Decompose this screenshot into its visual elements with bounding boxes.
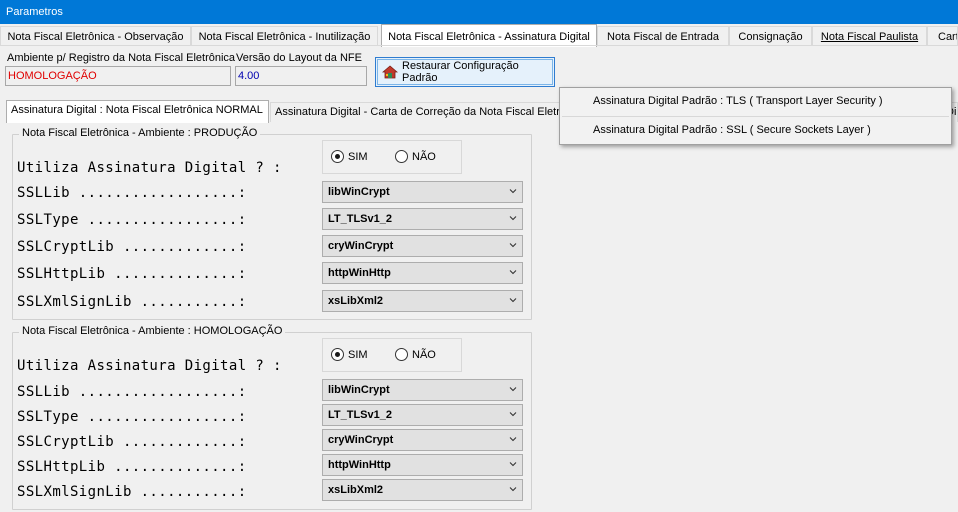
sslcryptlib-select-homologacao[interactable]: cryWinCrypt [322,429,523,451]
tab-label: Consignação [738,31,803,43]
group-homologacao-title: Nota Fiscal Eletrônica - Ambiente : HOMO… [19,325,286,337]
tab-nfe-observacao[interactable]: Nota Fiscal Eletrônica - Observação [0,26,191,46]
chevron-down-icon [509,298,517,303]
menu-item-tls[interactable]: Assinatura Digital Padrão : TLS ( Transp… [593,95,883,107]
ssllib-select-homologacao[interactable]: libWinCrypt [322,379,523,401]
versao-field[interactable]: 4.00 [235,66,367,86]
select-value: LT_TLSv1_2 [328,409,392,421]
chevron-down-icon [509,189,517,194]
sslxmlsignlib-select-homologacao[interactable]: xsLibXml2 [322,479,523,501]
chevron-down-icon [509,437,517,442]
tab-nf-entrada[interactable]: Nota Fiscal de Entrada [597,26,729,46]
radio-nao-label: NÃO [412,150,436,163]
restore-default-config-button[interactable]: Restaurar Configuração Padrão [375,57,555,87]
select-value: libWinCrypt [328,186,390,198]
ssltype-select-homologacao[interactable]: LT_TLSv1_2 [322,404,523,426]
tab-consignacao[interactable]: Consignação [729,26,812,46]
sslcryptlib-select-producao[interactable]: cryWinCrypt [322,235,523,257]
radio-nao-homologacao[interactable]: NÃO [395,348,436,361]
radio-nao-circle [395,348,408,361]
chevron-down-icon [509,270,517,275]
tab-label: Nota Fiscal Eletrônica - Assinatura Digi… [388,31,590,43]
radio-sim-producao[interactable]: SIM [331,150,368,163]
ssltype-label-producao: SSLType .................: [17,212,247,228]
select-value: httpWinHttp [328,459,391,471]
chevron-down-icon [509,412,517,417]
sslhttplib-select-producao[interactable]: httpWinHttp [322,262,523,284]
versao-label: Versão do Layout da NFE [236,52,362,64]
sslcryptlib-label-producao: SSLCryptLib .............: [17,239,247,255]
ambiente-field[interactable]: HOMOLOGAÇÃO [5,66,231,86]
window-titlebar: Parametros [0,0,958,24]
sslcryptlib-label-homologacao: SSLCryptLib .............: [17,434,247,450]
radio-sim-circle [331,348,344,361]
menu-item-ssl[interactable]: Assinatura Digital Padrão : SSL ( Secure… [593,124,871,136]
radio-panel-producao: SIM NÃO [322,140,462,174]
ssllib-select-producao[interactable]: libWinCrypt [322,181,523,203]
tab-label: Cart [938,31,958,43]
ssltype-label-homologacao: SSLType .................: [17,409,247,425]
tab-cart[interactable]: Cart [927,26,958,46]
window-title: Parametros [6,6,63,18]
sslxmlsignlib-label-homologacao: SSLXmlSignLib ...........: [17,484,247,500]
chevron-down-icon [509,243,517,248]
main-tabs: Nota Fiscal Eletrônica - Observação Nota… [0,24,958,47]
chevron-down-icon [509,387,517,392]
radio-sim-homologacao[interactable]: SIM [331,348,368,361]
sslhttplib-label-producao: SSLHttpLib ..............: [17,266,247,282]
sslxmlsignlib-label-producao: SSLXmlSignLib ...........: [17,294,247,310]
ssllib-label-homologacao: SSLLib ..................: [17,384,247,400]
restore-button-label: Restaurar Configuração Padrão [402,60,519,84]
ssltype-select-producao[interactable]: LT_TLSv1_2 [322,208,523,230]
tab-label: Nota Fiscal Eletrônica - Inutilização [198,31,371,43]
tab-label: Nota Fiscal de Entrada [607,31,719,43]
tab-nfe-inutilizacao[interactable]: Nota Fiscal Eletrônica - Inutilização [191,26,378,46]
select-value: xsLibXml2 [328,484,384,496]
chevron-down-icon [509,216,517,221]
subtab-label: Assinatura Digital - Carta de Correção d… [275,106,560,118]
menu-separator [562,116,949,117]
subtab-label: Assinatura Digital : Nota Fiscal Eletrôn… [11,104,263,116]
uses-signature-label-homologacao: Utiliza Assinatura Digital ? : [17,358,282,374]
sslhttplib-label-homologacao: SSLHttpLib ..............: [17,459,247,475]
radio-sim-label: SIM [348,348,368,361]
tab-nf-paulista[interactable]: Nota Fiscal Paulista [812,26,927,46]
select-value: LT_TLSv1_2 [328,213,392,225]
radio-sim-label: SIM [348,150,368,163]
uses-signature-label-producao: Utiliza Assinatura Digital ? : [17,160,282,176]
radio-nao-producao[interactable]: NÃO [395,150,436,163]
radio-panel-homologacao: SIM NÃO [322,338,462,372]
ssllib-label-producao: SSLLib ..................: [17,185,247,201]
select-value: httpWinHttp [328,267,391,279]
radio-nao-circle [395,150,408,163]
select-value: cryWinCrypt [328,240,394,252]
select-value: cryWinCrypt [328,434,394,446]
subtab-carta-correcao[interactable]: Assinatura Digital - Carta de Correção d… [270,102,560,122]
radio-sim-circle [331,150,344,163]
group-producao-title: Nota Fiscal Eletrônica - Ambiente : PROD… [19,127,261,139]
sslhttplib-select-homologacao[interactable]: httpWinHttp [322,454,523,476]
tab-label: Nota Fiscal Paulista [820,31,919,43]
tab-label: Nota Fiscal Eletrônica - Observação [7,31,184,43]
house-shield-icon [381,65,399,79]
restore-options-menu: Assinatura Digital Padrão : TLS ( Transp… [559,87,952,145]
select-value: libWinCrypt [328,384,390,396]
tab-nfe-assinatura-digital[interactable]: Nota Fiscal Eletrônica - Assinatura Digi… [381,24,597,47]
tabs-divider [0,45,958,46]
sslxmlsignlib-select-producao[interactable]: xsLibXml2 [322,290,523,312]
subtab-assinatura-normal[interactable]: Assinatura Digital : Nota Fiscal Eletrôn… [6,100,269,123]
ambiente-label: Ambiente p/ Registro da Nota Fiscal Elet… [7,52,236,64]
chevron-down-icon [509,462,517,467]
radio-nao-label: NÃO [412,348,436,361]
select-value: xsLibXml2 [328,295,384,307]
chevron-down-icon [509,487,517,492]
